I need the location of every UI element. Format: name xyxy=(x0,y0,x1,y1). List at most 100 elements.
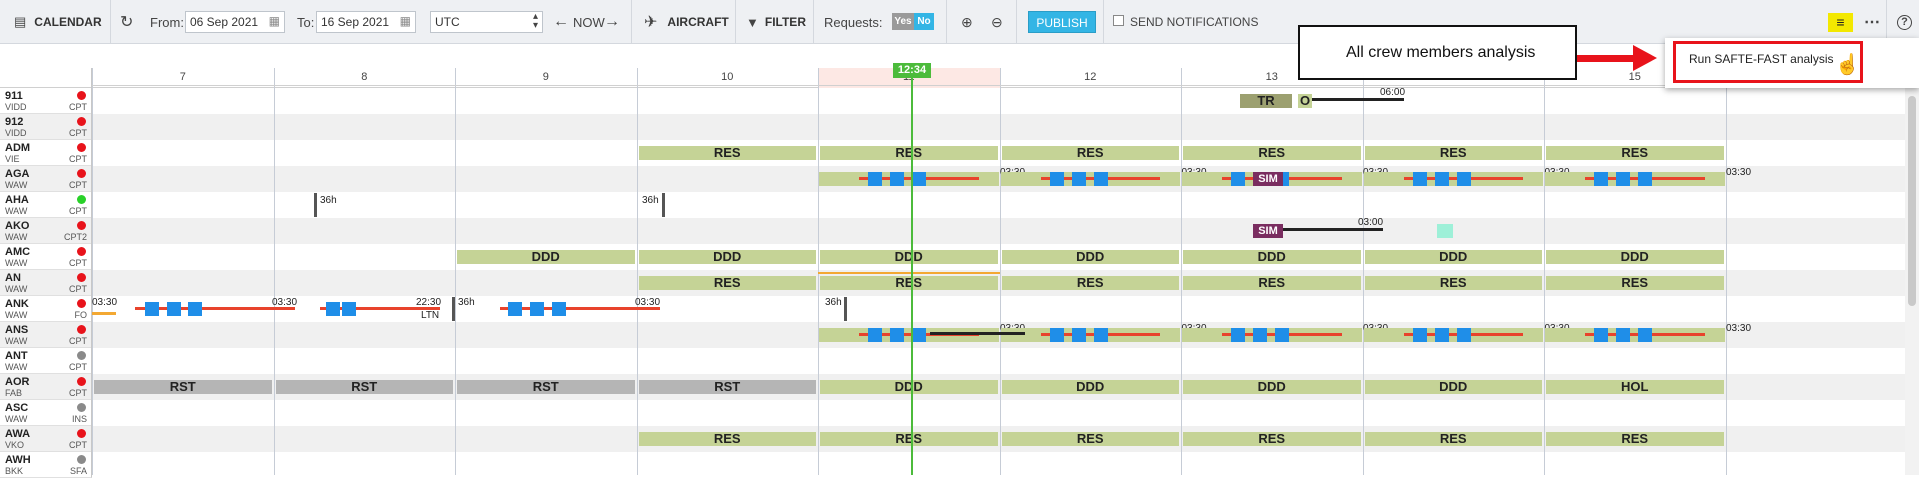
flight-leg[interactable] xyxy=(167,302,181,316)
crew-label[interactable]: 912 VIDD CPT xyxy=(0,114,92,140)
duty-block-ddd[interactable]: DDD xyxy=(457,250,635,264)
duty-block-ddd[interactable]: DDD xyxy=(1183,380,1361,394)
flight-leg[interactable] xyxy=(1049,172,1064,186)
crew-label[interactable]: ANT WAW CPT xyxy=(0,348,92,374)
duty-block-ddd[interactable]: DDD xyxy=(1001,380,1179,394)
duty-block-res[interactable]: RES xyxy=(638,276,816,290)
crew-label[interactable]: ADM VIE CPT xyxy=(0,140,92,166)
crew-label[interactable]: AWH BKK SFA xyxy=(0,452,92,478)
duty-block-ddd[interactable]: DDD xyxy=(1364,250,1542,264)
flight-leg[interactable] xyxy=(1093,172,1108,186)
duty-block-res[interactable]: RES xyxy=(820,276,998,290)
sim-block[interactable]: SIM xyxy=(1253,224,1283,238)
sim-block[interactable]: SIM xyxy=(1253,172,1283,186)
zoom-in-button[interactable]: ⊕ xyxy=(961,0,973,44)
flight-bar[interactable] xyxy=(135,307,295,310)
crew-label[interactable]: AHA WAW CPT xyxy=(0,192,92,218)
to-date-input[interactable]: 16 Sep 2021 ▦ xyxy=(316,11,416,33)
nav-forward-button[interactable]: → xyxy=(604,0,620,44)
flight-leg[interactable] xyxy=(530,302,544,316)
duty-block-ddd[interactable]: DDD xyxy=(1183,250,1361,264)
duty-block-ddd[interactable]: DDD xyxy=(820,250,998,264)
crew-label[interactable]: AWA VKO CPT xyxy=(0,426,92,452)
flight-leg[interactable] xyxy=(912,172,926,186)
publish-button[interactable]: PUBLISH xyxy=(1028,11,1096,33)
flight-leg[interactable] xyxy=(552,302,566,316)
duty-block-ddd[interactable]: DDD xyxy=(820,380,998,394)
duty-block-res[interactable]: RES xyxy=(638,432,816,446)
duty-block-res[interactable]: RES xyxy=(1001,432,1179,446)
flight-leg[interactable] xyxy=(868,328,882,342)
calendar-picker-icon[interactable]: ▦ xyxy=(269,14,280,28)
flight-leg[interactable] xyxy=(1456,172,1471,186)
duty-block-rst[interactable]: RST xyxy=(94,380,272,394)
crew-label[interactable]: AOR FAB CPT xyxy=(0,374,92,400)
duty-block-res[interactable]: RES xyxy=(1546,146,1724,160)
duty-block-res[interactable]: RES xyxy=(1183,432,1361,446)
duty-block-ddd[interactable]: DDD xyxy=(638,250,816,264)
flight-leg[interactable] xyxy=(1071,328,1086,342)
duty-block-res[interactable]: RES xyxy=(820,146,998,160)
duty-block-res[interactable]: RES xyxy=(820,432,998,446)
flight-leg[interactable] xyxy=(1594,172,1608,186)
duty-block-res[interactable]: RES xyxy=(1183,276,1361,290)
timezone-select[interactable]: UTC ▴ ▾ xyxy=(430,11,543,33)
flight-leg[interactable] xyxy=(342,302,356,316)
flight-leg[interactable] xyxy=(1638,328,1652,342)
duty-block-res[interactable]: RES xyxy=(1001,276,1179,290)
crew-label[interactable]: 911 VIDD CPT xyxy=(0,88,92,114)
crew-label[interactable]: AGA WAW CPT xyxy=(0,166,92,192)
crew-label[interactable]: ANK WAW FO xyxy=(0,296,92,322)
duty-block-res[interactable]: RES xyxy=(1183,146,1361,160)
menu-button[interactable]: ≡ xyxy=(1828,13,1853,32)
duty-block-res[interactable]: RES xyxy=(1546,276,1724,290)
flight-leg[interactable] xyxy=(1253,328,1267,342)
flight-leg[interactable] xyxy=(1275,328,1289,342)
flight-leg[interactable] xyxy=(1594,328,1608,342)
duty-block-res[interactable]: RES xyxy=(1364,146,1542,160)
duty-block-ddd[interactable]: DDD xyxy=(1364,380,1542,394)
requests-no-toggle[interactable]: No xyxy=(914,13,934,30)
aircraft-button[interactable]: ✈ AIRCRAFT xyxy=(644,0,729,44)
flight-leg[interactable] xyxy=(890,328,904,342)
duty-block-res[interactable]: RES xyxy=(1364,276,1542,290)
refresh-button[interactable]: ↻ xyxy=(120,0,133,44)
duty-block-rst[interactable]: RST xyxy=(457,380,635,394)
flight-leg[interactable] xyxy=(508,302,522,316)
flight-leg[interactable] xyxy=(912,328,926,342)
filter-button[interactable]: ▼ FILTER xyxy=(746,0,806,44)
crew-label[interactable]: AN WAW CPT xyxy=(0,270,92,296)
duty-block-hol[interactable]: HOL xyxy=(1546,380,1724,394)
zoom-out-button[interactable]: ⊖ xyxy=(991,0,1003,44)
flight-leg[interactable] xyxy=(1412,172,1427,186)
duty-block-res[interactable]: RES xyxy=(1364,432,1542,446)
flight-leg[interactable] xyxy=(1434,328,1449,342)
nav-back-button[interactable]: ← xyxy=(553,0,569,44)
requests-yes-toggle[interactable]: Yes xyxy=(892,13,914,30)
flight-leg[interactable] xyxy=(1231,328,1245,342)
tr-block[interactable]: TR xyxy=(1240,94,1292,108)
flight-leg[interactable] xyxy=(1616,172,1630,186)
crew-label[interactable]: AMC WAW CPT xyxy=(0,244,92,270)
duty-block-rst[interactable]: RST xyxy=(638,380,816,394)
duty-block-ddd[interactable]: DDD xyxy=(1546,250,1724,264)
flight-leg[interactable] xyxy=(1412,328,1427,342)
flight-leg[interactable] xyxy=(145,302,159,316)
send-notifications-checkbox[interactable] xyxy=(1113,15,1124,26)
flight-leg[interactable] xyxy=(326,302,340,316)
duty-block-res[interactable]: RES xyxy=(1001,146,1179,160)
flight-leg[interactable] xyxy=(1049,328,1064,342)
flight-leg[interactable] xyxy=(868,172,882,186)
flight-leg[interactable] xyxy=(1093,328,1108,342)
duty-block-rst[interactable]: RST xyxy=(275,380,453,394)
scrollbar-thumb[interactable] xyxy=(1908,96,1916,306)
duty-block-res[interactable]: RES xyxy=(638,146,816,160)
duty-block-res[interactable]: RES xyxy=(1546,432,1724,446)
flight-leg[interactable] xyxy=(890,172,904,186)
flight-leg[interactable] xyxy=(1638,172,1652,186)
standby-block[interactable] xyxy=(1437,224,1453,238)
flight-leg[interactable] xyxy=(1616,328,1630,342)
flight-leg[interactable] xyxy=(1456,328,1471,342)
calendar-picker-icon[interactable]: ▦ xyxy=(400,14,411,28)
run-safte-fast-menu-item[interactable]: Run SAFTE-FAST analysis xyxy=(1689,52,1834,66)
